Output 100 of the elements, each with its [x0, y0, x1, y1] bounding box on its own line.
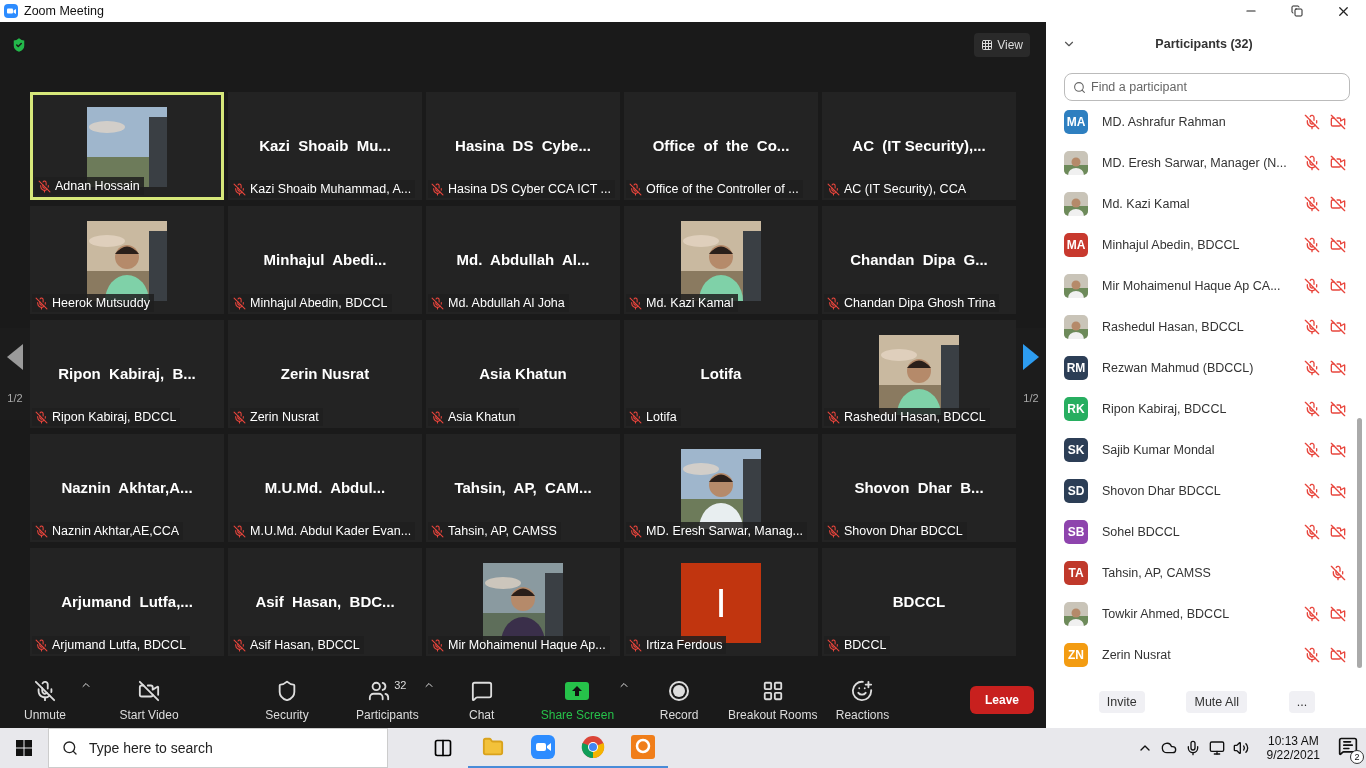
search-icon — [1073, 81, 1086, 95]
video-off-icon[interactable] — [1330, 646, 1346, 663]
participant-name: Hasina DS Cybe... — [455, 137, 591, 154]
mic-muted-icon — [827, 410, 840, 424]
panel-button[interactable]: Mute All — [1186, 690, 1247, 713]
cloud-icon[interactable] — [1160, 740, 1177, 756]
toolbar-button[interactable]: Unmute — [10, 678, 80, 722]
mic-muted-icon[interactable] — [1304, 154, 1320, 171]
notification-icon[interactable] — [1338, 736, 1358, 756]
video-off-icon[interactable] — [1330, 113, 1346, 130]
video-off-icon[interactable] — [1330, 605, 1346, 622]
panel-button[interactable]: ... — [1288, 690, 1316, 713]
name-label-text: Mir Mohaimenul Haque Ap... — [448, 638, 606, 652]
video-off-icon[interactable] — [1330, 441, 1346, 458]
network-icon[interactable] — [1208, 740, 1225, 756]
video-off-icon[interactable] — [1330, 154, 1346, 171]
video-off-icon[interactable] — [1330, 400, 1346, 417]
panel-button[interactable]: Invite — [1098, 690, 1145, 713]
mic-muted-icon[interactable] — [1304, 277, 1320, 294]
shield-check-icon[interactable] — [10, 36, 28, 54]
shield-icon — [276, 679, 298, 702]
video-off-icon[interactable] — [1330, 236, 1346, 253]
mic-muted-icon — [233, 638, 246, 652]
name-label-text: Tahsin, AP, CAMSS — [448, 524, 557, 538]
mic-muted-icon — [629, 296, 642, 310]
smiley-icon — [851, 679, 874, 702]
video-off-icon[interactable] — [1330, 277, 1346, 294]
participant-name: M.U.Md. Abdul... — [264, 479, 386, 496]
name-label-text: Md. Abdullah Al Joha — [448, 296, 565, 310]
avatar: SK — [1064, 437, 1088, 462]
browser-icon[interactable] — [581, 735, 605, 759]
video-off-icon[interactable] — [1330, 482, 1346, 499]
participant-name: AC (IT Security),... — [852, 137, 986, 154]
mic-muted-icon — [827, 296, 840, 310]
toolbar-button[interactable]: Chat — [446, 678, 517, 722]
task-view-icon[interactable] — [433, 738, 453, 758]
mic-muted-icon[interactable] — [1304, 359, 1320, 376]
mic-muted-icon — [35, 296, 48, 310]
mic-muted-icon[interactable] — [1330, 564, 1346, 581]
name-label-text: Rashedul Hasan, BDCCL — [844, 410, 986, 424]
name-label-text: AC (IT Security), CCA — [844, 182, 966, 196]
window-title: Zoom Meeting — [24, 4, 105, 18]
mic-muted-icon — [233, 524, 246, 538]
avatar: MA — [1064, 232, 1088, 257]
participant-count: 32 — [394, 678, 407, 691]
page-indicator: 1/2 — [1023, 392, 1039, 404]
mic-muted-icon[interactable] — [1304, 646, 1320, 663]
name-label-text: Shovon Dhar BDCCL — [844, 524, 963, 538]
panel-title: Participants (32) — [1154, 36, 1254, 51]
participant-name: Asif Hasan, BDC... — [255, 593, 395, 610]
view-button[interactable]: View — [974, 33, 1030, 57]
mic-muted-icon[interactable] — [1304, 400, 1320, 417]
toolbar-button[interactable]: Start Video — [114, 678, 184, 722]
name-label-text: Minhajul Abedin, BDCCL — [250, 296, 388, 310]
mic-muted-icon — [827, 638, 840, 652]
video-off-icon[interactable] — [1330, 318, 1346, 335]
toolbar-button[interactable]: 32 Participants — [352, 678, 423, 722]
toolbar-button[interactable]: Reactions — [827, 678, 898, 722]
participant-name: Naznin Akhtar,A... — [61, 479, 193, 496]
mic-muted-icon — [35, 524, 48, 538]
taskbar-search-field[interactable]: Type here to search — [48, 728, 388, 768]
mic-muted-icon[interactable] — [1304, 318, 1320, 335]
mic-muted-icon — [431, 638, 444, 652]
left-arrow-icon[interactable] — [7, 344, 23, 370]
toolbar-button[interactable]: Breakout Rooms — [724, 678, 822, 722]
toolbar-button[interactable]: Record — [644, 678, 715, 722]
name-label-text: Md. Kazi Kamal — [646, 296, 734, 310]
mic-muted-icon[interactable] — [1304, 236, 1320, 253]
participant-name: Zerin Nusrat — [280, 365, 370, 382]
toolbar-button[interactable]: Share Screen — [536, 678, 619, 722]
participant-name: Kazi Shoaib Mu... — [259, 137, 391, 154]
mic-muted-icon[interactable] — [1304, 113, 1320, 130]
video-off-icon[interactable] — [1330, 195, 1346, 212]
mic-muted-icon[interactable] — [1304, 605, 1320, 622]
right-arrow-icon[interactable] — [1023, 344, 1039, 370]
video-off-icon[interactable] — [1330, 523, 1346, 540]
toolbar-button[interactable]: Security — [252, 678, 322, 722]
name-label-text: BDCCL — [844, 638, 887, 652]
volume-icon[interactable] — [1232, 740, 1249, 756]
name-label-text: Ripon Kabiraj, BDCCL — [52, 410, 177, 424]
video-camera-icon[interactable] — [531, 735, 555, 759]
windows-logo-icon[interactable] — [16, 740, 32, 756]
mic-muted-icon[interactable] — [1304, 195, 1320, 212]
mic-muted-icon — [629, 524, 642, 538]
restore-icon[interactable] — [1291, 5, 1303, 17]
leave-button[interactable]: Leave — [969, 686, 1034, 714]
video-off-icon[interactable] — [1330, 359, 1346, 376]
pdf-app-icon[interactable] — [631, 735, 655, 759]
participant-name: MD. Eresh Sarwar, Manager (N... — [1102, 155, 1288, 170]
participant-name: Md. Kazi Kamal — [1102, 196, 1191, 211]
mic-muted-icon[interactable] — [1304, 482, 1320, 499]
mic-muted-icon — [431, 410, 444, 424]
mic-muted-icon[interactable] — [1304, 441, 1320, 458]
share-screen-icon — [565, 681, 590, 700]
mic-muted-icon[interactable] — [1304, 523, 1320, 540]
record-icon — [668, 679, 691, 702]
avatar: RM — [1064, 355, 1088, 380]
mic-muted-icon — [233, 296, 246, 310]
search-field[interactable]: Find a participant — [1064, 73, 1350, 102]
participant-name: Sajib Kumar Mondal — [1102, 442, 1216, 457]
